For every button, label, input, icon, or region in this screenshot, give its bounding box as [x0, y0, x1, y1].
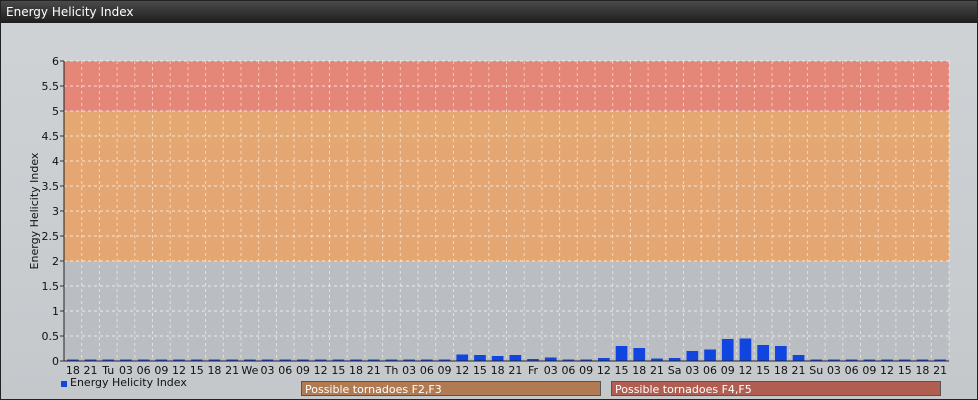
- y-tick-label: 4.5: [42, 130, 60, 143]
- bar: [544, 357, 557, 361]
- x-tick-label: Su: [809, 364, 823, 377]
- x-tick-label: 21: [225, 364, 239, 377]
- x-tick-label: 09: [296, 364, 310, 377]
- y-tick-label: 2: [52, 255, 59, 268]
- x-tick-label: 06: [845, 364, 859, 377]
- x-tick-label: 12: [455, 364, 469, 377]
- x-tick-label: 06: [278, 364, 292, 377]
- x-tick-label: 18: [207, 364, 221, 377]
- x-tick-label: 03: [261, 364, 275, 377]
- y-axis-label: Energy Helicity Index: [28, 152, 41, 269]
- x-tick-label: 03: [685, 364, 699, 377]
- x-tick-label: 18: [632, 364, 646, 377]
- legend-label: Energy Helicity Index: [70, 376, 187, 389]
- x-tick-label: 12: [314, 364, 328, 377]
- bar: [456, 354, 469, 361]
- x-tick-label: 21: [650, 364, 664, 377]
- x-tick-label: 06: [703, 364, 717, 377]
- y-tick-label: 5.5: [42, 80, 60, 93]
- x-tick-label: 15: [331, 364, 345, 377]
- x-tick-label: 06: [561, 364, 575, 377]
- x-tick-label: 18: [915, 364, 929, 377]
- x-tick-label: 15: [473, 364, 487, 377]
- bar: [792, 355, 805, 361]
- y-tick-label: 4: [52, 155, 59, 168]
- x-tick-label: 21: [508, 364, 522, 377]
- band-label-f4-f5: Possible tornadoes F4,F5: [611, 381, 941, 396]
- bar: [615, 346, 628, 361]
- x-tick-label: Fr: [528, 364, 539, 377]
- chart-panel: Energy Helicity Index 0 0.5 1 1.5 2 2.5 3 3.5 4 4…: [0, 0, 978, 400]
- x-tick-label: 21: [792, 364, 806, 377]
- bar: [686, 351, 699, 361]
- x-tick-label: 21: [367, 364, 381, 377]
- bar: [491, 356, 504, 361]
- band-label-f2-f3: Possible tornadoes F2,F3: [301, 381, 601, 396]
- bar: [704, 349, 716, 361]
- x-tick-label: 15: [615, 364, 629, 377]
- x-tick-label: 21: [933, 364, 947, 377]
- y-tick-label: 1.5: [42, 280, 60, 293]
- x-tick-label: We: [241, 364, 258, 377]
- x-tick-label: 09: [579, 364, 593, 377]
- bar: [775, 346, 787, 361]
- x-tick-label: 15: [190, 364, 204, 377]
- x-tick-label: 18: [774, 364, 788, 377]
- x-tick-label: 09: [438, 364, 452, 377]
- bar: [739, 338, 752, 361]
- y-tick-label: 0.5: [42, 330, 60, 343]
- x-tick-label: 03: [544, 364, 558, 377]
- x-tick-label: 15: [898, 364, 912, 377]
- y-tick-label: 0: [52, 355, 59, 368]
- chart-svg: 00.511.522.533.544.555.5618 21 Tu 03 06 09 12 1…: [28, 55, 950, 389]
- y-tick-label: 6: [52, 55, 59, 68]
- y-tick-label: 3.5: [42, 180, 60, 193]
- x-tick-label: 12: [597, 364, 611, 377]
- x-tick-label: 06: [420, 364, 434, 377]
- x-tick-label: Sa: [668, 364, 682, 377]
- x-tick-label: 18: [349, 364, 363, 377]
- x-tick-label: 15: [756, 364, 770, 377]
- y-tick-label: 1: [52, 305, 59, 318]
- bar: [474, 355, 486, 361]
- legend-swatch: [61, 381, 67, 387]
- x-tick-label: 03: [827, 364, 841, 377]
- x-tick-label: 09: [721, 364, 735, 377]
- x-tick-label: 12: [880, 364, 894, 377]
- x-tick-label: Th: [384, 364, 399, 377]
- bar: [721, 339, 734, 361]
- y-tick-label: 5: [52, 105, 59, 118]
- bar: [509, 355, 522, 361]
- y-tick-label: 3: [52, 205, 59, 218]
- x-tick-label: 18: [491, 364, 505, 377]
- x-tick-label: 03: [402, 364, 416, 377]
- bar: [757, 345, 769, 361]
- bar: [633, 348, 646, 361]
- x-tick-label: 12: [738, 364, 752, 377]
- y-tick-label: 2.5: [42, 230, 60, 243]
- x-tick-label: 09: [862, 364, 876, 377]
